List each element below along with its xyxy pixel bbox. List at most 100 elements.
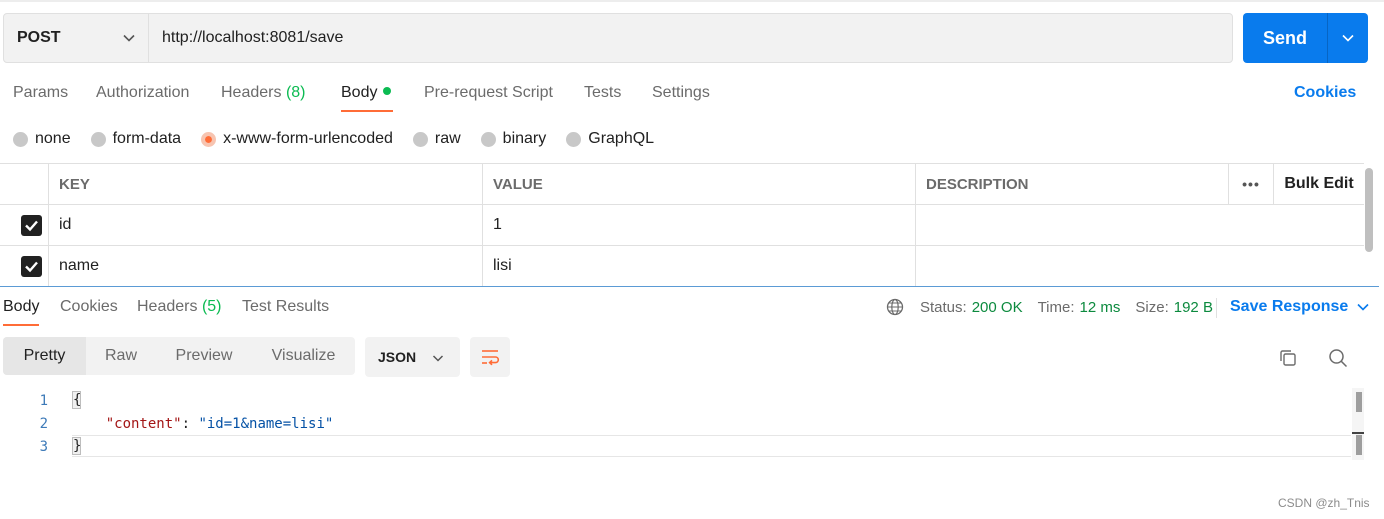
status-label: Status:: [920, 298, 967, 316]
response-tab-test-results[interactable]: Test Results: [242, 298, 329, 316]
radio-x-www-form-urlencoded[interactable]: x-www-form-urlencoded: [201, 130, 393, 148]
chevron-down-icon: [123, 34, 135, 42]
tab-headers-label: Headers: [221, 84, 282, 101]
more-options-button[interactable]: •••: [1229, 164, 1273, 204]
chevron-down-icon: [432, 355, 444, 362]
row-key[interactable]: name: [48, 246, 99, 286]
active-response-tab-indicator: [3, 324, 39, 326]
size-label: Size:: [1135, 298, 1169, 316]
copy-button[interactable]: [1276, 346, 1300, 370]
checkmark-icon: [25, 261, 38, 273]
bulk-edit-button[interactable]: Bulk Edit: [1274, 164, 1364, 204]
tab-body[interactable]: Body: [341, 84, 392, 102]
response-tab-headers[interactable]: Headers (5): [137, 298, 222, 316]
active-tab-indicator: [341, 110, 393, 112]
params-scrollbar[interactable]: [1365, 168, 1373, 252]
status-value: 200 OK: [971, 298, 1023, 316]
tab-params[interactable]: Params: [13, 84, 68, 102]
response-tab-body[interactable]: Body: [3, 298, 39, 316]
radio-dot: [90, 131, 106, 147]
column-divider: [482, 164, 483, 287]
close-brace: }: [72, 437, 82, 455]
response-tab-headers-count: (5): [201, 298, 222, 315]
tab-authorization[interactable]: Authorization: [96, 84, 189, 102]
size-item[interactable]: Size: 192 B: [1135, 299, 1213, 316]
row-value[interactable]: 1: [482, 205, 502, 245]
radio-none[interactable]: none: [13, 130, 71, 148]
radio-graphql[interactable]: GraphQL: [566, 130, 654, 148]
chevron-down-icon: [1357, 303, 1369, 311]
save-response-button[interactable]: Save Response: [1230, 298, 1370, 316]
tab-headers[interactable]: Headers (8): [221, 84, 306, 102]
scrollbar-cursor-marker: [1352, 432, 1364, 434]
time-value: 12 ms: [1079, 298, 1121, 316]
line-number: 3: [39, 439, 48, 455]
send-button[interactable]: Send: [1243, 13, 1368, 63]
wrap-lines-icon: [482, 350, 500, 366]
radio-label: binary: [502, 130, 547, 147]
radio-dot: [412, 131, 428, 147]
radio-dot: [566, 131, 582, 147]
row-key[interactable]: id: [48, 205, 71, 245]
column-header-key: KEY: [59, 175, 90, 193]
search-icon: [1329, 349, 1348, 368]
row-value[interactable]: lisi: [482, 246, 512, 286]
method-select[interactable]: POST: [4, 14, 149, 62]
column-header-description: DESCRIPTION: [926, 175, 1029, 193]
table-row: id 1: [0, 205, 1364, 246]
radio-label: GraphQL: [588, 130, 655, 147]
save-response-label: Save Response: [1230, 298, 1349, 315]
code-line: {: [72, 391, 81, 409]
current-line-highlight: [72, 435, 1351, 457]
column-divider: [48, 164, 49, 287]
view-mode-raw[interactable]: Raw: [86, 337, 156, 375]
response-meta: Status: 200 OK Time: 12 ms Size: 192 B: [886, 297, 1213, 317]
time-item[interactable]: Time: 12 ms: [1038, 299, 1121, 316]
row-description[interactable]: [915, 205, 1364, 245]
radio-form-data[interactable]: form-data: [90, 130, 181, 148]
line-number: 1: [39, 393, 48, 409]
radio-label: raw: [434, 130, 461, 147]
tab-settings[interactable]: Settings: [652, 84, 710, 102]
url-bar: POST: [3, 13, 1233, 63]
radio-raw[interactable]: raw: [412, 130, 461, 148]
search-button[interactable]: [1326, 346, 1350, 370]
top-border: [0, 0, 1384, 2]
scrollbar-thumb[interactable]: [1356, 435, 1362, 455]
tab-prerequest-script[interactable]: Pre-request Script: [424, 84, 553, 102]
copy-icon: [1280, 350, 1296, 366]
row-description[interactable]: [915, 246, 1364, 286]
code-line: "content": "id=1&name=lisi": [72, 416, 334, 432]
radio-binary[interactable]: binary: [480, 130, 547, 148]
scrollbar-thumb[interactable]: [1356, 392, 1362, 412]
method-label: POST: [17, 29, 61, 46]
globe-icon[interactable]: [886, 298, 904, 316]
send-label: Send: [1262, 27, 1307, 48]
view-mode-pretty[interactable]: Pretty: [3, 337, 86, 375]
pane-splitter[interactable]: [0, 286, 1379, 287]
url-input[interactable]: [149, 14, 1232, 62]
code-scrollbar[interactable]: [1352, 388, 1364, 460]
view-mode-visualize[interactable]: Visualize: [252, 337, 355, 375]
time-label: Time:: [1037, 298, 1075, 316]
response-tab-headers-label: Headers: [137, 298, 198, 315]
status-item[interactable]: Status: 200 OK: [920, 299, 1023, 316]
open-brace: {: [72, 391, 82, 409]
format-select[interactable]: JSON: [365, 337, 460, 377]
format-label: JSON: [378, 349, 417, 365]
tab-tests[interactable]: Tests: [584, 84, 621, 102]
wrap-lines-button[interactable]: [470, 337, 510, 377]
line-number: 2: [39, 416, 48, 432]
view-mode-preview[interactable]: Preview: [156, 337, 252, 375]
send-options-button[interactable]: [1328, 13, 1368, 63]
row-checkbox[interactable]: [21, 215, 42, 236]
response-tab-cookies[interactable]: Cookies: [60, 298, 118, 316]
row-checkbox[interactable]: [21, 256, 42, 277]
json-key: "content": [105, 416, 182, 432]
size-value: 192 B: [1173, 298, 1213, 316]
code-line: }: [72, 437, 81, 455]
radio-label: x-www-form-urlencoded: [223, 130, 393, 147]
cookies-link[interactable]: Cookies: [1294, 84, 1356, 102]
view-mode-selector: Pretty Raw Preview Visualize: [3, 337, 355, 375]
tab-body-label: Body: [341, 84, 378, 101]
